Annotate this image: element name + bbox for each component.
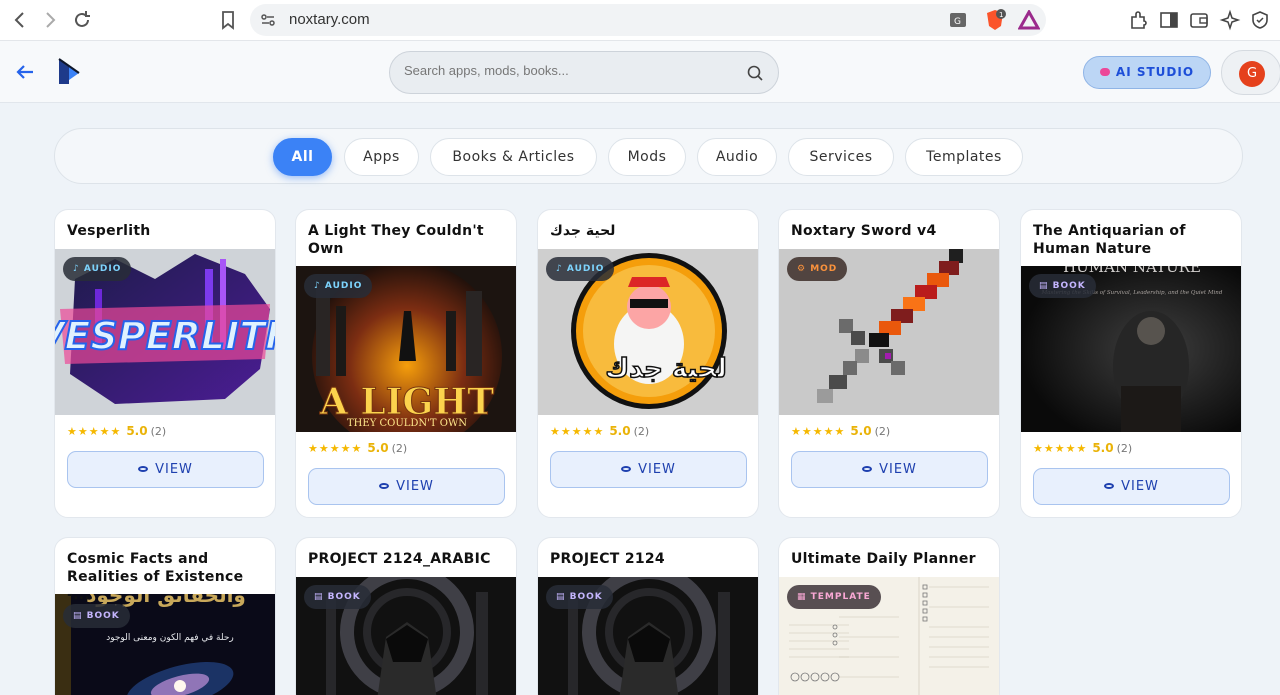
card-title: The Antiquarian of Human Nature: [1033, 223, 1186, 257]
view-button[interactable]: VIEW: [550, 451, 747, 488]
filter-books-articles[interactable]: Books & Articles: [430, 138, 597, 176]
rating: ★★★★★ 5.0 (2): [791, 424, 891, 438]
card-image[interactable]: ▤ BOOK: [538, 577, 758, 695]
eye-icon: [862, 466, 873, 472]
url-text: noxtary.com: [289, 11, 370, 28]
svg-text:1: 1: [999, 11, 1003, 19]
site-settings-icon[interactable]: [260, 12, 276, 28]
svg-text:A LIGHT: A LIGHT: [319, 381, 494, 423]
eye-icon: [138, 466, 149, 472]
filter-services[interactable]: Services: [788, 138, 894, 176]
category-badge-template: ▦ TEMPLATE: [787, 585, 881, 609]
search-icon[interactable]: [746, 64, 764, 82]
category-badge-audio: ♪ AUDIO: [304, 274, 373, 298]
rating: ★★★★★ 5.0 (2): [308, 441, 408, 455]
card-title: Noxtary Sword v4: [791, 223, 937, 239]
star-rating-icon: ★★★★★: [308, 442, 363, 455]
category-filter-bar: All Apps Books & Articles Mods Audio Ser…: [54, 128, 1243, 184]
rating: ★★★★★ 5.0 (2): [67, 424, 167, 438]
card-title: Cosmic Facts and Realities of Existence …: [67, 551, 244, 603]
browser-toolbar: noxtary.com G 1: [0, 0, 1280, 41]
card-image[interactable]: A LIGHT THEY COULDN'T OWN ♪ AUDIO: [296, 266, 516, 432]
app-header: AI STUDIO G: [0, 41, 1280, 103]
category-badge-book: ▤ BOOK: [304, 585, 371, 609]
svg-text:رحلة في فهم الكون ومعنى الوجود: رحلة في فهم الكون ومعنى الوجود: [106, 633, 234, 643]
category-badge-book: ▤ BOOK: [546, 585, 613, 609]
svg-text:G: G: [954, 17, 961, 27]
bookmark-icon[interactable]: [217, 9, 239, 31]
card-title: Vesperlith: [67, 223, 151, 239]
brave-shields-icon[interactable]: 1: [984, 8, 1006, 32]
browser-forward-icon[interactable]: [39, 9, 61, 31]
leo-ai-icon[interactable]: [1219, 9, 1241, 31]
card-image[interactable]: ▤ BOOK: [296, 577, 516, 695]
address-bar[interactable]: noxtary.com G 1: [250, 4, 1046, 36]
back-arrow-icon[interactable]: [14, 61, 36, 83]
search-input[interactable]: [404, 63, 724, 78]
svg-text:لحية جدك: لحية جدك: [605, 354, 727, 384]
filter-mods[interactable]: Mods: [608, 138, 686, 176]
category-badge-book: ▤ BOOK: [63, 604, 130, 628]
card-image[interactable]: VESPERLITH ♪ AUDIO: [55, 249, 276, 415]
sidebar-icon[interactable]: [1158, 9, 1180, 31]
eye-icon: [379, 483, 390, 489]
filter-apps[interactable]: Apps: [344, 138, 419, 176]
product-card[interactable]: والحقائق الوجود رحلة في فهم الكون ومعنى …: [54, 537, 276, 695]
extensions-icon[interactable]: [1127, 9, 1149, 31]
profile-menu[interactable]: G: [1221, 50, 1280, 95]
eye-icon: [621, 466, 632, 472]
noxtary-logo-icon[interactable]: [56, 56, 82, 86]
product-card[interactable]: Noxtary Sword v4 ⚙ MOD ★★★★★ 5.0 (2) VIEW: [778, 209, 1000, 518]
star-rating-icon: ★★★★★: [1033, 442, 1088, 455]
search-bar[interactable]: [389, 51, 779, 94]
ai-studio-button[interactable]: AI STUDIO: [1083, 56, 1211, 89]
product-card[interactable]: PROJECT 2124_ARABIC ▤ BOOK: [295, 537, 517, 695]
product-card[interactable]: Ultimate Daily Planner ▦ TEMPLATE: [778, 537, 1000, 695]
view-button[interactable]: VIEW: [67, 451, 264, 488]
category-badge-audio: ♪ AUDIO: [546, 257, 615, 281]
card-image[interactable]: والحقائق الوجود رحلة في فهم الكون ومعنى …: [55, 594, 275, 695]
card-image[interactable]: ⚙ MOD: [779, 249, 999, 415]
browser-reload-icon[interactable]: [71, 9, 93, 31]
translate-icon[interactable]: G: [948, 10, 968, 30]
wallet-icon[interactable]: [1188, 9, 1210, 31]
star-rating-icon: ★★★★★: [791, 425, 846, 438]
filter-templates[interactable]: Templates: [905, 138, 1023, 176]
product-card[interactable]: PROJECT 2124 ▤ BOOK: [537, 537, 759, 695]
rating: ★★★★★ 5.0 (2): [550, 424, 650, 438]
view-button[interactable]: VIEW: [308, 468, 505, 505]
svg-text:VESPERLITH: VESPERLITH: [55, 314, 276, 358]
brave-rewards-icon[interactable]: [1018, 10, 1040, 30]
avatar[interactable]: G: [1239, 61, 1265, 87]
star-rating-icon: ★★★★★: [550, 425, 605, 438]
product-card[interactable]: Vesperlith VESPERLITH ♪ AUDIO ★★★★★5.0(2…: [54, 209, 276, 518]
card-image[interactable]: HUMAN NATURE Mastering the Skills of Sur…: [1021, 266, 1241, 432]
rating: ★★★★★ 5.0 (2): [1033, 441, 1133, 455]
product-card[interactable]: لحية جدك لحية جدك ♪ AUDIO ★★★★★ 5.0 (2) VI…: [537, 209, 759, 518]
card-title: PROJECT 2124_ARABIC: [308, 551, 491, 567]
filter-audio[interactable]: Audio: [697, 138, 777, 176]
eye-icon: [1104, 483, 1115, 489]
card-title: Ultimate Daily Planner: [791, 551, 976, 567]
card-title: A Light They Couldn't Own: [308, 223, 484, 257]
svg-text:THEY COULDN'T OWN: THEY COULDN'T OWN: [347, 418, 467, 429]
view-button[interactable]: VIEW: [1033, 468, 1230, 505]
view-button[interactable]: VIEW: [791, 451, 988, 488]
star-rating-icon: ★★★★★: [67, 425, 122, 438]
card-title: PROJECT 2124: [550, 551, 665, 567]
card-image[interactable]: لحية جدك ♪ AUDIO: [538, 249, 758, 415]
product-card[interactable]: A Light They Couldn't Own A LIGHT THEY C…: [295, 209, 517, 518]
category-badge-audio: ♪ AUDIO: [63, 257, 132, 281]
filter-all[interactable]: All: [273, 138, 332, 176]
brain-icon: [1099, 68, 1110, 76]
vpn-shield-icon[interactable]: [1249, 9, 1271, 31]
browser-back-icon[interactable]: [9, 9, 31, 31]
product-card[interactable]: The Antiquarian of Human Nature HUMAN NA…: [1020, 209, 1242, 518]
card-title: لحية جدك: [550, 223, 616, 239]
category-badge-mod: ⚙ MOD: [787, 257, 848, 281]
card-image[interactable]: ▦ TEMPLATE: [779, 577, 999, 695]
category-badge-book: ▤ BOOK: [1029, 274, 1096, 298]
